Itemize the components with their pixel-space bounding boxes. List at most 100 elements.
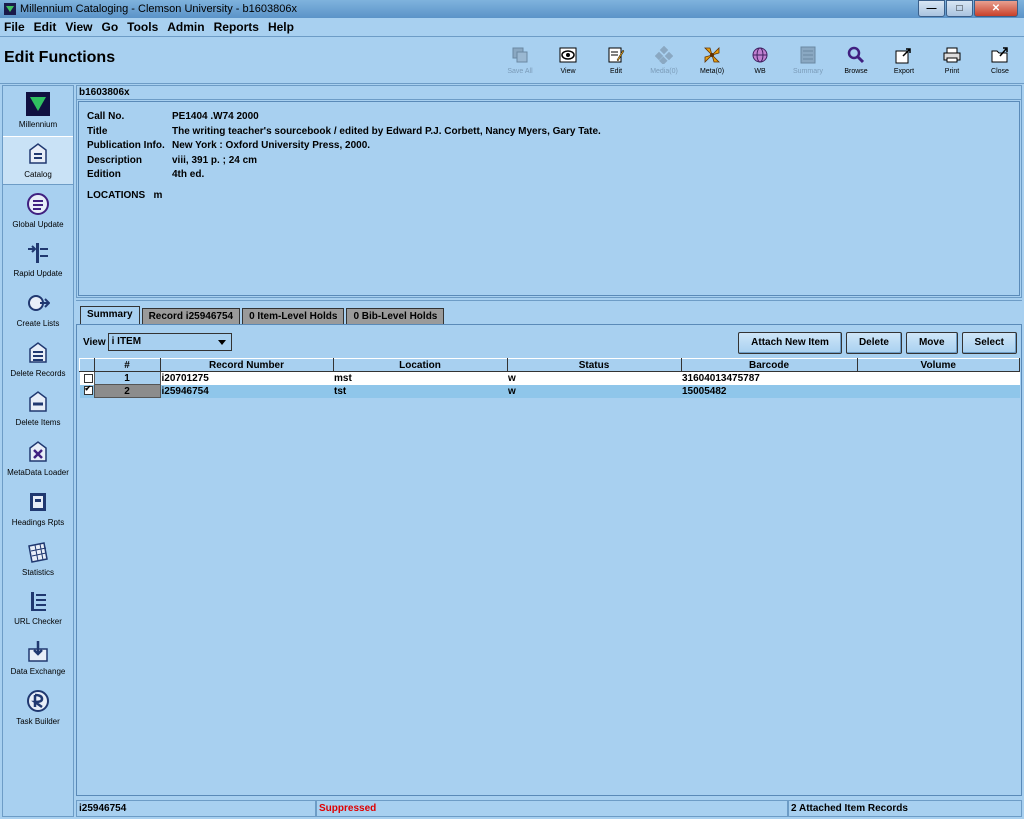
row-checkbox[interactable] — [83, 384, 93, 396]
catalog-icon — [26, 142, 50, 166]
task-builder-icon — [26, 689, 50, 713]
sidebar-item-label: Catalog — [24, 170, 52, 180]
global-update-icon — [26, 192, 50, 216]
menu-tools[interactable]: Tools — [127, 20, 158, 34]
sidebar-item-label: URL Checker — [14, 617, 62, 627]
sidebar-item-delete-items[interactable]: Delete Items — [3, 384, 73, 434]
column-header-checkbox — [79, 358, 95, 372]
status-bar: i25946754 Suppressed 2 Attached Item Rec… — [76, 800, 1022, 817]
tab-item-level-holds[interactable]: 0 Item-Level Holds — [242, 308, 345, 324]
save-all-icon — [511, 46, 529, 64]
tab-bib-level-holds[interactable]: 0 Bib-Level Holds — [346, 308, 445, 324]
menu-admin[interactable]: Admin — [167, 20, 204, 34]
menu-view[interactable]: View — [65, 20, 92, 34]
view-selector-row: View i ITEM — [83, 333, 232, 351]
record-fields: Call No. PE1404 .W74 2000 Title The writ… — [87, 110, 601, 183]
statistics-icon — [26, 540, 50, 564]
meta-button[interactable]: Meta(0) — [688, 39, 736, 79]
sidebar-item-url-checker[interactable]: URL Checker — [3, 583, 73, 633]
column-header-record-number[interactable]: Record Number — [159, 358, 334, 372]
status-suppressed: Suppressed — [316, 800, 788, 817]
sidebar-item-label: Millennium — [18, 120, 58, 130]
cell-barcode: 31604013475787 — [681, 371, 857, 385]
sidebar-item-create-lists[interactable]: Create Lists — [3, 285, 73, 335]
sidebar-item-delete-records[interactable]: Delete Records — [3, 334, 73, 384]
menu-edit[interactable]: Edit — [34, 20, 57, 34]
sidebar-item-headings-rpts[interactable]: Headings Rpts — [3, 484, 73, 534]
column-header-barcode[interactable]: Barcode — [680, 358, 858, 372]
media-icon — [655, 46, 673, 64]
sidebar-item-data-exchange[interactable]: Data Exchange — [3, 633, 73, 683]
table-row[interactable]: 1 i20701275 mst w 31604013475787 — [79, 371, 1020, 385]
field-publication-info: Publication Info. New York : Oxford Univ… — [87, 139, 601, 154]
record-tabs: Summary Record i25946754 0 Item-Level Ho… — [80, 306, 445, 324]
edit-icon — [607, 46, 625, 64]
view-label: View — [560, 68, 576, 75]
view-type-select[interactable]: i ITEM — [107, 333, 232, 351]
tab-summary[interactable]: Summary — [80, 306, 140, 324]
maximize-button[interactable]: □ — [946, 0, 973, 17]
row-number: 2 — [93, 384, 161, 398]
rapid-update-icon — [26, 241, 50, 265]
millennium-app-icon — [4, 3, 16, 15]
menu-go[interactable]: Go — [101, 20, 118, 34]
tab-record-item[interactable]: Record i25946754 — [141, 308, 241, 324]
sidebar-item-label: Headings Rpts — [11, 517, 65, 527]
view-icon — [559, 46, 577, 64]
select-item-button[interactable]: Select — [961, 332, 1017, 354]
menu-help[interactable]: Help — [268, 20, 294, 34]
save-all-button[interactable]: Save All — [496, 39, 544, 79]
column-header-location[interactable]: Location — [332, 358, 508, 372]
function-header: Edit Functions Save All View Edit Media(… — [0, 36, 1024, 84]
menu-reports[interactable]: Reports — [214, 20, 259, 34]
sidebar-item-global-update[interactable]: Global Update — [3, 185, 73, 235]
browse-button[interactable]: Browse — [832, 39, 880, 79]
toolbar: Save All View Edit Media(0) Meta(0) WB S… — [496, 39, 1024, 79]
sidebar-item-rapid-update[interactable]: Rapid Update — [3, 235, 73, 285]
edit-button[interactable]: Edit — [592, 39, 640, 79]
export-button[interactable]: Export — [880, 39, 928, 79]
sidebar-item-label: Create Lists — [16, 319, 60, 329]
record-summary-display: Call No. PE1404 .W74 2000 Title The writ… — [78, 101, 1020, 296]
wb-button[interactable]: WB — [736, 39, 784, 79]
field-label: Description — [87, 154, 143, 166]
row-checkbox[interactable] — [83, 373, 93, 383]
millennium-logo-icon — [26, 92, 50, 117]
field-value: 4th ed. — [172, 169, 205, 180]
attach-new-item-button[interactable]: Attach New Item — [738, 332, 842, 354]
sidebar-item-task-builder[interactable]: Task Builder — [3, 682, 73, 732]
field-value: The writing teacher's sourcebook / edite… — [172, 125, 601, 137]
menu-file[interactable]: File — [4, 20, 25, 34]
print-button[interactable]: Print — [928, 39, 976, 79]
function-sidebar: Millennium Catalog Global Update Rapid U… — [2, 85, 74, 817]
field-edition: Edition 4th ed. — [87, 168, 601, 183]
field-label: Edition — [87, 169, 121, 180]
close-label: Close — [991, 68, 1009, 75]
close-button[interactable]: Close — [976, 39, 1024, 79]
sidebar-item-catalog[interactable]: Catalog — [3, 135, 73, 186]
export-icon — [895, 46, 913, 64]
record-id: b1603806x — [77, 86, 1021, 100]
sidebar-item-label: Task Builder — [16, 716, 60, 726]
column-header-status[interactable]: Status — [506, 358, 682, 372]
edit-label: Edit — [609, 68, 623, 75]
table-row[interactable]: 2 i25946754 tst w 15005482 — [79, 384, 1020, 398]
column-header-volume[interactable]: Volume — [856, 358, 1020, 372]
cell-volume — [857, 371, 1020, 385]
view-button[interactable]: View — [544, 39, 592, 79]
sidebar-item-millennium[interactable]: Millennium — [3, 86, 73, 136]
summary-button[interactable]: Summary — [784, 39, 832, 79]
minimize-button[interactable]: — — [918, 0, 945, 17]
sidebar-item-metadata-loader[interactable]: MetaData Loader — [3, 434, 73, 484]
field-label: Publication Info. — [87, 140, 165, 151]
window-close-button[interactable]: ✕ — [974, 0, 1018, 17]
delete-item-button[interactable]: Delete — [845, 332, 902, 354]
move-item-button[interactable]: Move — [905, 332, 958, 354]
media-button[interactable]: Media(0) — [640, 39, 688, 79]
column-header-number[interactable]: # — [93, 358, 161, 372]
cell-record-number: i25946754 — [160, 384, 333, 398]
meta-icon — [703, 46, 721, 64]
sidebar-item-statistics[interactable]: Statistics — [3, 533, 73, 583]
sidebar-item-label: Delete Records — [10, 368, 66, 378]
locations-value: m — [153, 190, 163, 201]
